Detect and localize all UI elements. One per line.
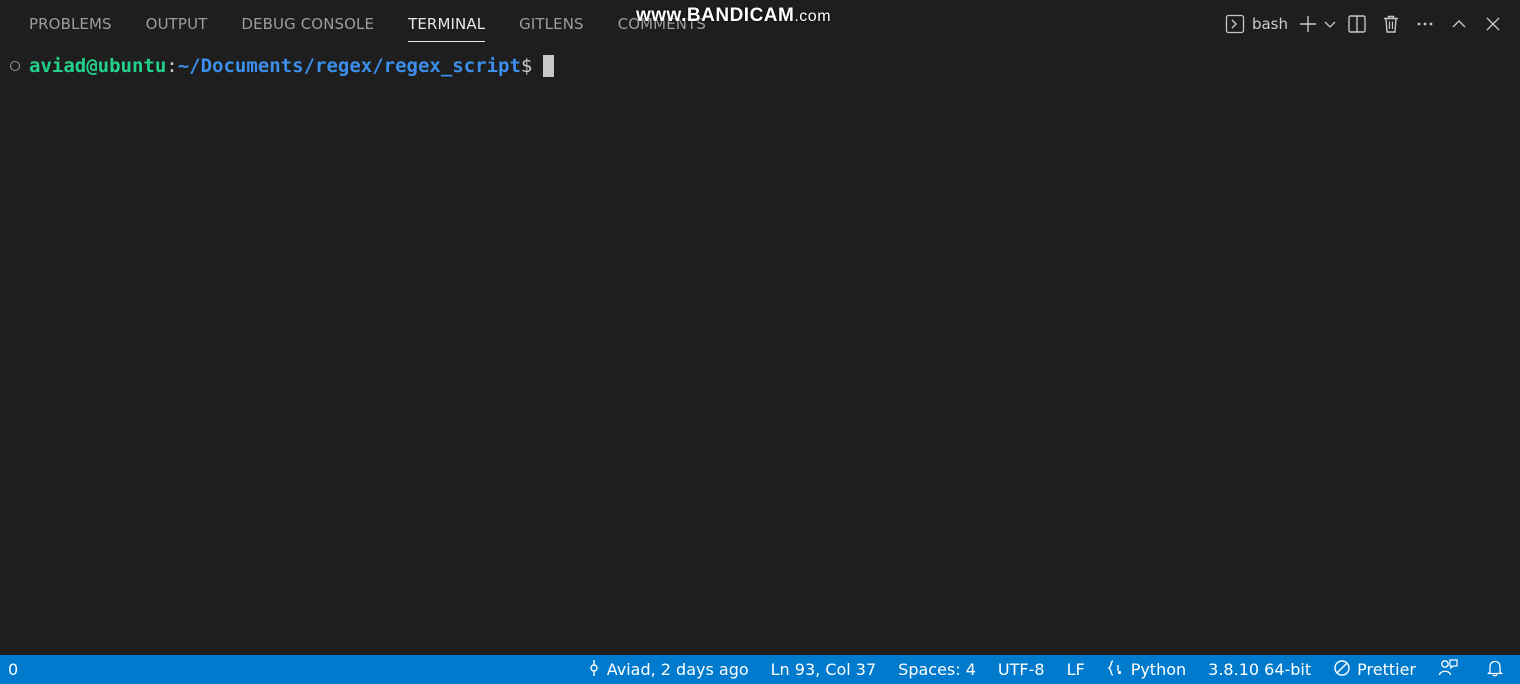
terminal-icon — [1225, 14, 1245, 34]
prettier-label: Prettier — [1357, 660, 1416, 679]
status-bar-left: 0 — [6, 655, 20, 684]
tab-debug-console[interactable]: DEBUG CONSOLE — [224, 0, 391, 44]
prompt-line: aviad@ubuntu: ~/Documents/regex/regex_scr… — [10, 54, 555, 78]
braces-icon — [1106, 659, 1131, 681]
trash-icon — [1381, 14, 1401, 34]
prompt-path: ~/Documents/regex/regex_script — [177, 55, 521, 77]
split-icon — [1347, 14, 1367, 34]
terminal-cursor — [543, 55, 555, 77]
terminal-panel: PROBLEMS OUTPUT DEBUG CONSOLE TERMINAL G… — [0, 0, 1520, 655]
chevron-up-icon — [1450, 15, 1468, 33]
language-label: Python — [1130, 660, 1187, 679]
feedback-icon — [1438, 658, 1464, 682]
split-terminal-button[interactable] — [1340, 9, 1374, 39]
plus-icon — [1298, 14, 1318, 34]
prohibited-icon — [1333, 659, 1357, 681]
panel-actions: bash — [1225, 0, 1510, 48]
more-icon — [1415, 14, 1435, 34]
terminal-selector[interactable]: bash — [1225, 9, 1296, 39]
feedback-button[interactable] — [1427, 655, 1475, 684]
close-panel-button[interactable] — [1476, 9, 1510, 39]
cursor-position[interactable]: Ln 93, Col 37 — [760, 655, 888, 684]
prompt-char: $ — [520, 55, 533, 77]
end-of-line[interactable]: LF — [1056, 655, 1096, 684]
status-bar-right: Aviad, 2 days ago Ln 93, Col 37 Spaces: … — [576, 655, 1512, 684]
git-blame-text: Aviad, 2 days ago — [606, 660, 749, 679]
tab-terminal[interactable]: TERMINAL — [391, 0, 502, 44]
watermark-suffix: .com — [794, 8, 832, 25]
terminal-output[interactable]: aviad@ubuntu: ~/Documents/regex/regex_scr… — [0, 48, 1520, 655]
kill-terminal-button[interactable] — [1374, 9, 1408, 39]
tab-problems[interactable]: PROBLEMS — [12, 0, 129, 44]
tab-output[interactable]: OUTPUT — [129, 0, 225, 44]
prettier-item[interactable]: Prettier — [1322, 655, 1427, 684]
chevron-down-icon — [1323, 17, 1337, 31]
prompt-colon: : — [166, 55, 178, 77]
bandicam-watermark: www.BANDICAM.com — [636, 5, 831, 27]
watermark-brand: www.BANDICAM — [636, 5, 795, 26]
notifications-button[interactable] — [1475, 655, 1512, 684]
python-interpreter[interactable]: 3.8.10 64-bit — [1197, 655, 1322, 684]
problems-count[interactable]: 0 — [6, 655, 20, 684]
encoding[interactable]: UTF-8 — [987, 655, 1056, 684]
prompt-user-host: aviad@ubuntu — [29, 55, 167, 77]
panel-tab-bar: PROBLEMS OUTPUT DEBUG CONSOLE TERMINAL G… — [0, 0, 1520, 48]
status-bar: 0 Aviad, 2 days ago Ln 93, Col 37 Spaces… — [0, 655, 1520, 684]
command-decoration-icon — [10, 61, 20, 71]
close-icon — [1485, 16, 1501, 32]
maximize-panel-button[interactable] — [1442, 9, 1476, 39]
more-actions-button[interactable] — [1408, 9, 1442, 39]
tab-gitlens[interactable]: GITLENS — [502, 0, 601, 44]
git-blame-item[interactable]: Aviad, 2 days ago — [576, 655, 760, 684]
shell-label: bash — [1251, 15, 1288, 33]
new-terminal-button[interactable] — [1296, 9, 1320, 39]
language-mode[interactable]: Python — [1096, 655, 1197, 684]
panel-tabs: PROBLEMS OUTPUT DEBUG CONSOLE TERMINAL G… — [12, 0, 723, 48]
terminal-profile-dropdown[interactable] — [1320, 9, 1340, 39]
git-commit-icon — [587, 659, 607, 681]
bell-icon — [1486, 659, 1510, 681]
indentation[interactable]: Spaces: 4 — [887, 655, 987, 684]
